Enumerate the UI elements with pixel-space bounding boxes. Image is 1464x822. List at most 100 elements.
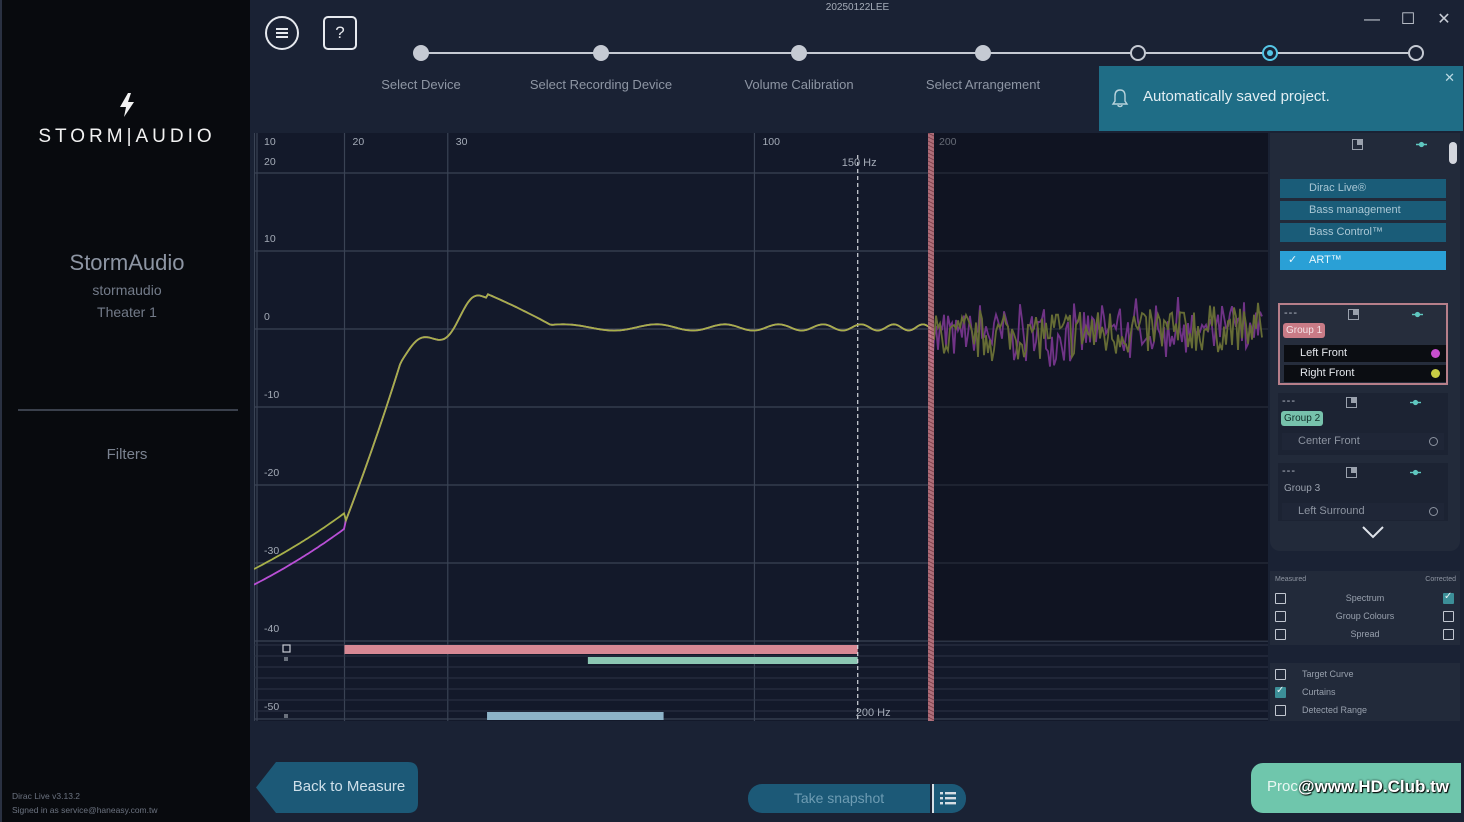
x-tick-label: 20	[353, 136, 365, 148]
filter-1-button[interactable]: Dirac Live®	[1280, 179, 1446, 198]
take-snapshot-button[interactable]: Take snapshot	[748, 784, 930, 813]
snapshot-list-button[interactable]	[932, 784, 966, 813]
step-1-dot[interactable]	[413, 45, 429, 61]
room-name: Theater 1	[97, 304, 157, 320]
device-user: stormaudio	[92, 282, 162, 298]
signed-in-text: Signed in as service@haneasy.com.tw	[12, 805, 158, 815]
curve-option-label: Curtains	[1302, 687, 1336, 697]
window-title: 20250122LEE	[825, 2, 890, 13]
copy-icon[interactable]	[1346, 467, 1357, 478]
step-1-label[interactable]: Select Device	[381, 77, 460, 92]
curve-options-panel: Target Curve Curtains Detected Range	[1270, 663, 1460, 721]
dirac-live-window: STORM|AUDIO StormAudio stormaudio Theate…	[0, 0, 1464, 822]
corrected-checkbox[interactable]	[1443, 591, 1454, 604]
filter-2-button[interactable]: Bass management	[1280, 201, 1446, 220]
step-3-dot[interactable]	[791, 45, 807, 61]
step-7-dot[interactable]	[1408, 45, 1424, 61]
bell-icon	[1111, 89, 1129, 108]
group-options-icon[interactable]: ---	[1282, 465, 1296, 477]
help-button[interactable]: ?	[323, 16, 357, 50]
filter-label: Dirac Live®	[1309, 182, 1367, 194]
maximize-button[interactable]: ☐	[1398, 10, 1418, 30]
group-badge[interactable]: Group 1	[1283, 323, 1326, 338]
subwoofer-range-bar[interactable]	[487, 712, 664, 720]
spectrum-options-panel: Measured Corrected Spectrum Group Colours…	[1270, 571, 1460, 645]
filters-panel: Dirac Live® Bass management Bass Control™ ✓…	[1270, 133, 1460, 551]
back-to-measure-label[interactable]: Back to Measure	[270, 778, 428, 795]
band-row-marker	[284, 657, 288, 661]
speaker-row[interactable]: Right Front	[1284, 365, 1446, 382]
corrected-checkbox[interactable]	[1443, 629, 1454, 640]
step-6-dot[interactable]	[1262, 45, 1278, 61]
panel-scrollbar-thumb[interactable]	[1449, 142, 1457, 164]
frequency-response-plot[interactable]: 20301002001K2K3K10K20K1020100-10-20-30-4…	[254, 133, 1268, 721]
speaker-row[interactable]: Left Front	[1284, 345, 1446, 362]
left-sidebar: STORM|AUDIO StormAudio stormaudio Theate…	[0, 0, 250, 822]
step-4-dot[interactable]	[975, 45, 991, 61]
y-tick-label: -10	[264, 389, 279, 401]
sidebar-item-filters[interactable]: Filters	[2, 446, 252, 463]
copy-icon[interactable]	[1348, 309, 1359, 320]
list-icon	[940, 792, 956, 805]
band-row-checkbox[interactable]	[282, 644, 291, 653]
toast-message: Automatically saved project.	[1143, 88, 1330, 105]
link-icon[interactable]	[1410, 397, 1421, 408]
curve-option-label: Detected Range	[1302, 705, 1368, 715]
group-badge[interactable]: Group 2	[1281, 411, 1324, 426]
group-3-card[interactable]: --- Group 3 Left Surround	[1278, 463, 1448, 521]
toast-close-button[interactable]: ✕	[1444, 70, 1455, 86]
lightning-bolt-icon	[120, 93, 134, 117]
curve-option-checkbox[interactable]	[1275, 705, 1286, 716]
filter-label: Bass management	[1309, 204, 1401, 216]
speaker-row[interactable]: Left Surround	[1282, 503, 1444, 520]
filter-3-button[interactable]: Bass Control™	[1280, 223, 1446, 242]
option-label: Spectrum	[1345, 593, 1385, 603]
group-2-card[interactable]: --- Group 2 Center Front	[1278, 393, 1448, 455]
link-icon[interactable]	[1410, 467, 1421, 478]
y-tick-label: 10	[264, 233, 276, 245]
filter-4-button[interactable]: ✓ ART™	[1280, 251, 1446, 270]
link-icon[interactable]	[1416, 139, 1427, 150]
speaker-name: Center Front	[1298, 435, 1360, 447]
proceed-label[interactable]: Proc	[1267, 778, 1298, 795]
step-4-label[interactable]: Select Arrangement	[926, 77, 1040, 92]
step-5-dot[interactable]	[1130, 45, 1146, 61]
speaker-row[interactable]: Center Front	[1282, 433, 1444, 450]
chevron-down-icon[interactable]	[1361, 525, 1385, 539]
group-1-card[interactable]: --- Group 1 Left Front Right Front	[1278, 303, 1448, 385]
speaker-name: Left Front	[1300, 347, 1348, 359]
y-tick-label: -40	[264, 623, 279, 635]
filter-label: Bass Control™	[1309, 226, 1383, 238]
step-2-label[interactable]: Select Recording Device	[530, 77, 672, 92]
step-2-dot[interactable]	[593, 45, 609, 61]
speaker-color-dot	[1429, 507, 1438, 516]
group-badge[interactable]: Group 3	[1281, 481, 1323, 496]
corrected-header: Corrected	[1425, 576, 1456, 583]
y-tick-label: 20	[264, 156, 276, 168]
group-options-icon[interactable]: ---	[1282, 395, 1296, 407]
close-window-button[interactable]: ✕	[1434, 10, 1454, 30]
step-3-label[interactable]: Volume Calibration	[744, 77, 853, 92]
curve-option-checkbox[interactable]	[1275, 669, 1286, 680]
group-range-bar[interactable]	[587, 657, 858, 664]
y-tick-label: 0	[264, 311, 270, 323]
menu-button[interactable]	[265, 16, 299, 50]
option-label: Group Colours	[1335, 611, 1395, 621]
minimize-button[interactable]: —	[1362, 10, 1382, 30]
version-text: Dirac Live v3.13.2	[12, 791, 81, 801]
frequency-response-graph[interactable]: 20301002001K2K3K10K20K1020100-10-20-30-4…	[254, 133, 1268, 721]
copy-icon[interactable]	[1352, 139, 1363, 150]
y-tick-label: -20	[264, 467, 279, 479]
link-icon[interactable]	[1412, 309, 1423, 320]
corrected-checkbox[interactable]	[1443, 611, 1454, 622]
speaker-name: Left Surround	[1298, 505, 1365, 517]
panel-scrollbar[interactable]	[1449, 140, 1457, 550]
x-tick-label: 100	[762, 136, 780, 148]
group-options-icon[interactable]: ---	[1284, 307, 1298, 319]
x-tick-label: 30	[456, 136, 468, 148]
speaker-name: Right Front	[1300, 367, 1355, 379]
marker-top-label: 150 Hz	[842, 157, 877, 169]
copy-icon[interactable]	[1346, 397, 1357, 408]
curve-option-checkbox[interactable]	[1275, 685, 1286, 698]
bass-control-range-bar[interactable]	[344, 645, 858, 654]
